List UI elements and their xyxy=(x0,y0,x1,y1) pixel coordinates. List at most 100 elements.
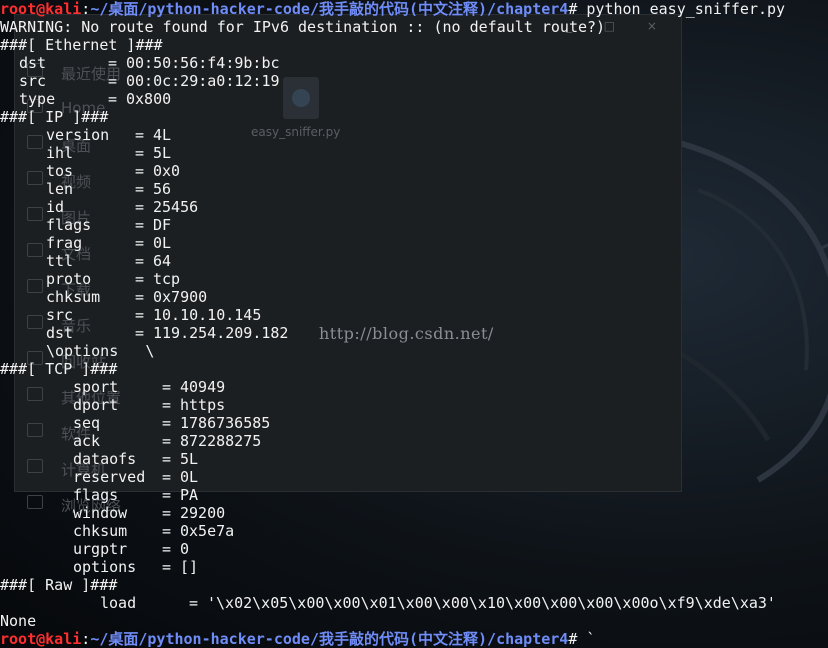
field-value: 0x7900 xyxy=(153,288,208,306)
tcp-field-row: dataofs = 5L xyxy=(0,450,828,468)
field-value: 29200 xyxy=(180,504,226,522)
equals-sign: = xyxy=(135,324,145,342)
prompt-path: ~/桌面/python-hacker-code/我手敲的代码(中文注释)/cha… xyxy=(90,630,569,648)
tcp-field-row: urgptr = 0 xyxy=(0,540,828,558)
field-value: 00:50:56:f4:9b:bc xyxy=(126,54,280,72)
field-value: 00:0c:29:a0:12:19 xyxy=(126,72,280,90)
desktop: _ □ × 最近使用 Home 桌面 视频 图片 文档 下载 音乐 回收站 其他位置 软件 计算机 浏览… xyxy=(0,0,828,648)
field-key: ttl xyxy=(46,252,74,270)
tcp-header: ###[ TCP ]### xyxy=(0,360,118,378)
field-key: options xyxy=(73,558,137,576)
prompt-user: root@kali xyxy=(0,630,82,648)
ethernet-field-row: type = 0x800 xyxy=(0,90,828,108)
field-key: tos xyxy=(46,162,74,180)
equals-sign: = xyxy=(108,54,118,72)
field-value: https xyxy=(180,396,226,414)
field-key: dataofs xyxy=(73,450,137,468)
equals-sign: = xyxy=(162,486,172,504)
equals-sign: = xyxy=(162,540,172,558)
equals-sign: = xyxy=(162,558,172,576)
warning-line: WARNING: No route found for IPv6 destina… xyxy=(0,18,606,36)
equals-sign: = xyxy=(162,522,172,540)
field-key: dst xyxy=(19,54,47,72)
none-line: None xyxy=(0,612,37,630)
equals-sign: = xyxy=(135,144,145,162)
prompt-path: ~/桌面/python-hacker-code/我手敲的代码(中文注释)/cha… xyxy=(90,0,569,18)
equals-sign: = xyxy=(162,414,172,432)
field-value: 40949 xyxy=(180,378,226,396)
equals-sign: = xyxy=(135,270,145,288)
field-key: reserved xyxy=(73,468,146,486)
field-value: 872288275 xyxy=(180,432,262,450)
field-value: tcp xyxy=(153,270,181,288)
field-value: 0x5e7a xyxy=(180,522,235,540)
equals-sign: = xyxy=(135,234,145,252)
equals-sign: = xyxy=(162,468,172,486)
field-value: DF xyxy=(153,216,172,234)
equals-sign: = xyxy=(162,432,172,450)
equals-sign: = xyxy=(162,396,172,414)
field-key: version xyxy=(46,126,110,144)
equals-sign: = xyxy=(189,594,199,612)
equals-sign: = xyxy=(135,162,145,180)
field-value: 0 xyxy=(180,540,190,558)
raw-header: ###[ Raw ]### xyxy=(0,576,118,594)
field-key: ack xyxy=(73,432,101,450)
field-key: proto xyxy=(46,270,92,288)
field-value: PA xyxy=(180,486,199,504)
field-value: 5L xyxy=(153,144,172,162)
field-value: 5L xyxy=(180,450,199,468)
field-key: frag xyxy=(46,234,83,252)
equals-sign: = xyxy=(135,306,145,324)
ip-field-row: src = 10.10.10.145 xyxy=(0,306,828,324)
ethernet-field-row: dst = 00:50:56:f4:9b:bc xyxy=(0,54,828,72)
field-key: seq xyxy=(73,414,101,432)
ip-field-row: flags = DF xyxy=(0,216,828,234)
equals-sign: = xyxy=(162,378,172,396)
equals-sign: = xyxy=(135,180,145,198)
ip-field-row: chksum = 0x7900 xyxy=(0,288,828,306)
tcp-field-row: sport = 40949 xyxy=(0,378,828,396)
field-value: 56 xyxy=(153,180,172,198)
terminal-output[interactable]: root@kali:~/桌面/python-hacker-code/我手敲的代码… xyxy=(0,0,828,648)
field-key: ihl xyxy=(46,144,74,162)
field-value: 0x0 xyxy=(153,162,181,180)
field-value: 64 xyxy=(153,252,172,270)
field-key: len xyxy=(46,180,74,198)
ip-field-row: ttl = 64 xyxy=(0,252,828,270)
ethernet-field-row: src = 00:0c:29:a0:12:19 xyxy=(0,72,828,90)
tcp-field-row: reserved = 0L xyxy=(0,468,828,486)
tcp-field-row: ack = 872288275 xyxy=(0,432,828,450)
field-key: load xyxy=(100,594,137,612)
ip-options-line: \options \ xyxy=(46,342,155,360)
equals-sign: = xyxy=(135,126,145,144)
ip-field-row: version = 4L xyxy=(0,126,828,144)
tcp-field-row: window = 29200 xyxy=(0,504,828,522)
command-text: python easy_sniffer.py xyxy=(577,0,786,18)
tcp-field-row: flags = PA xyxy=(0,486,828,504)
equals-sign: = xyxy=(135,216,145,234)
equals-sign: = xyxy=(162,504,172,522)
ip-field-row: id = 25456 xyxy=(0,198,828,216)
field-key: id xyxy=(46,198,65,216)
field-key: type xyxy=(19,90,56,108)
ip-header: ###[ IP ]### xyxy=(0,108,109,126)
field-key: flags xyxy=(46,216,92,234)
field-value: 0x800 xyxy=(126,90,172,108)
prompt-user: root@kali xyxy=(0,0,82,18)
equals-sign: = xyxy=(108,90,118,108)
cursor-text: ` xyxy=(577,630,596,648)
tcp-field-row: chksum = 0x5e7a xyxy=(0,522,828,540)
prompt-line-final[interactable]: root@kali:~/桌面/python-hacker-code/我手敲的代码… xyxy=(0,630,828,648)
field-key: window xyxy=(73,504,128,522)
equals-sign: = xyxy=(162,450,172,468)
tcp-field-row: options = [] xyxy=(0,558,828,576)
ip-field-row: proto = tcp xyxy=(0,270,828,288)
field-value: 0L xyxy=(153,234,172,252)
tcp-field-row: dport = https xyxy=(0,396,828,414)
ip-field-row: tos = 0x0 xyxy=(0,162,828,180)
ip-field-row: len = 56 xyxy=(0,180,828,198)
equals-sign: = xyxy=(135,252,145,270)
equals-sign: = xyxy=(108,72,118,90)
ip-field-row: ihl = 5L xyxy=(0,144,828,162)
